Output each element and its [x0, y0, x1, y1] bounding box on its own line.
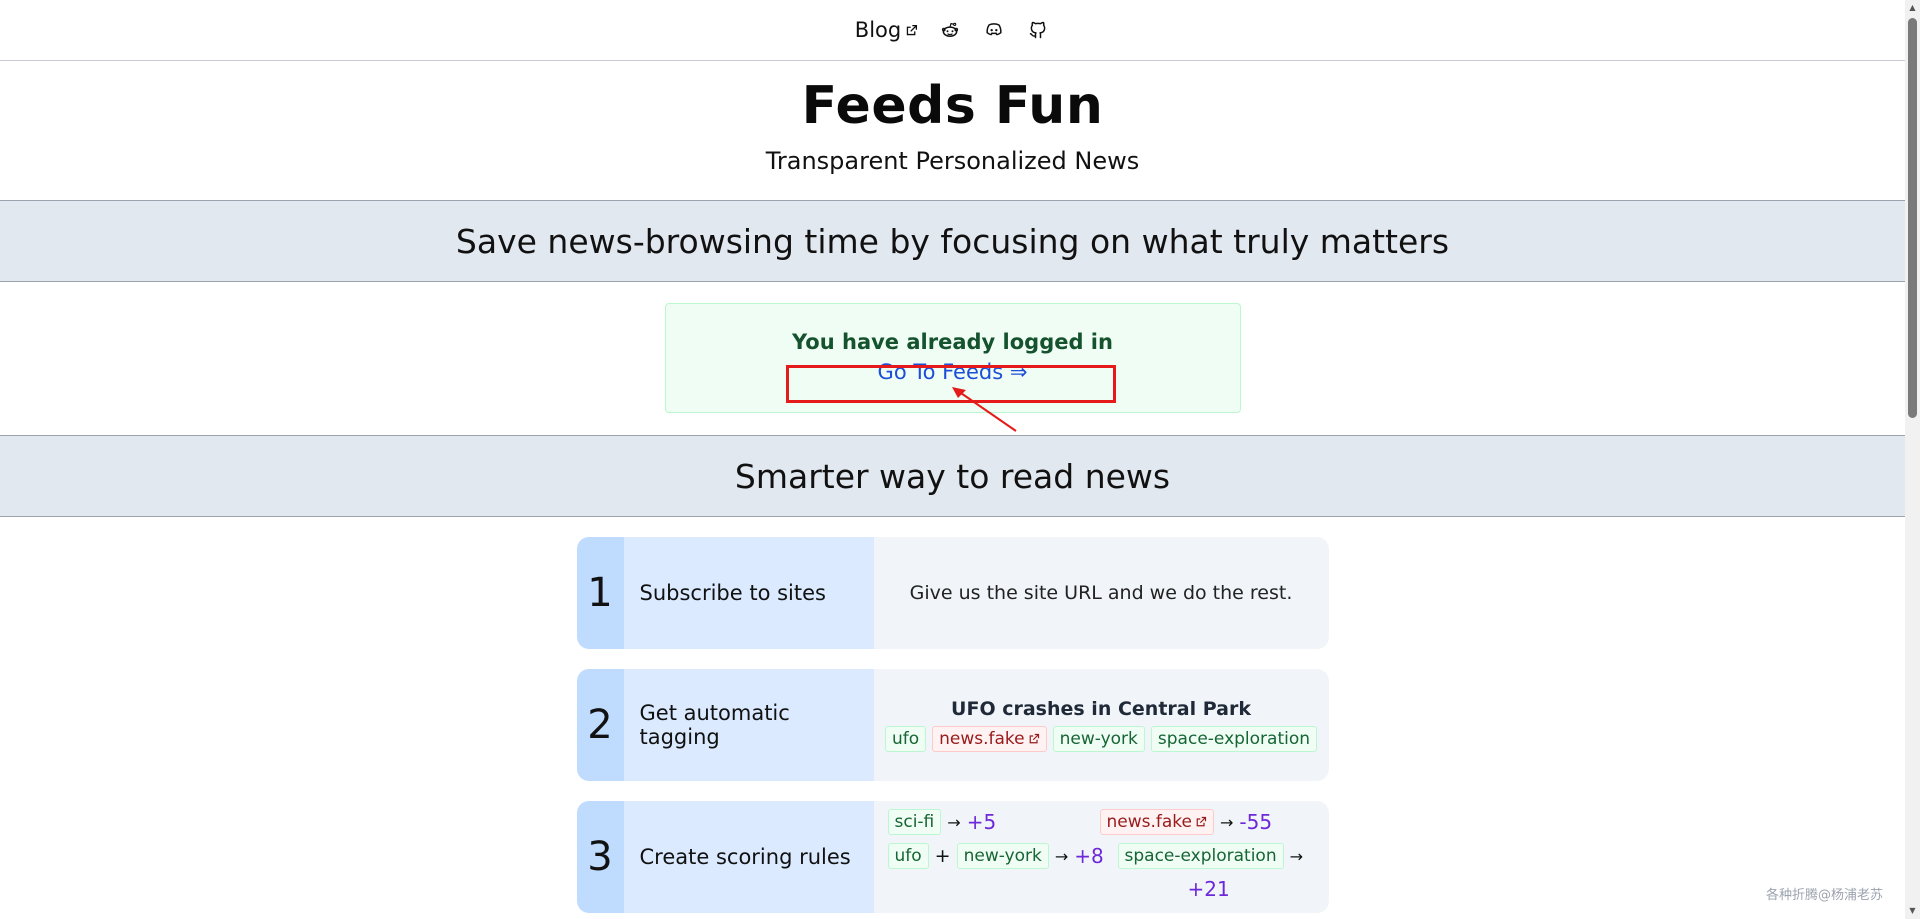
scroll-down-icon[interactable]: ▼ [1908, 906, 1917, 916]
tag-label: news.fake [939, 729, 1025, 749]
rule-row: ufo + new-york → +8 [887, 843, 1104, 869]
discord-icon[interactable] [982, 18, 1006, 42]
blog-link[interactable]: Blog [855, 18, 918, 42]
rule-tag[interactable]: news.fake [1099, 809, 1214, 835]
step-number: 2 [576, 669, 624, 781]
smarter-text: Smarter way to read news [734, 456, 1171, 496]
tag-news-fake[interactable]: news.fake [932, 726, 1047, 752]
rule-tag[interactable]: sci-fi [887, 809, 942, 835]
page-title: Feeds Fun [801, 76, 1104, 136]
page-header: Feeds Fun Transparent Personalized News [0, 61, 1905, 201]
tag-space-exploration[interactable]: space-exploration [1150, 726, 1318, 752]
github-icon[interactable] [1026, 18, 1050, 42]
external-link-icon [1196, 816, 1207, 827]
step-body: sci-fi → +5 news.fake → -55 ufo + new-yo… [873, 801, 1329, 913]
login-status-box: You have already logged in Go To Feeds ⇒ [664, 303, 1241, 413]
step-label: Get automatic tagging [623, 669, 874, 781]
step-body: UFO crashes in Central Park ufo news.fak… [873, 669, 1329, 781]
rule-tag[interactable]: ufo [887, 843, 929, 869]
tagline-band: Save news-browsing time by focusing on w… [0, 201, 1905, 282]
vertical-scrollbar[interactable]: ▲ ▼ [1905, 0, 1920, 919]
step-body: Give us the site URL and we do the rest. [873, 537, 1329, 649]
plus-icon: + [934, 845, 951, 867]
step-description: Give us the site URL and we do the rest. [909, 582, 1293, 604]
step-number: 1 [576, 537, 624, 649]
arrow-icon: → [1054, 846, 1069, 866]
scoring-rules: sci-fi → +5 news.fake → -55 ufo + new-yo… [874, 801, 1329, 913]
step-number: 3 [576, 801, 624, 913]
rule-score: -55 [1239, 810, 1273, 834]
rule-score: +8 [1074, 844, 1104, 868]
login-section: You have already logged in Go To Feeds ⇒ [0, 282, 1905, 435]
scroll-up-icon[interactable]: ▲ [1908, 3, 1917, 13]
external-link-icon [906, 24, 918, 35]
reddit-icon[interactable] [938, 18, 962, 42]
rule-score: +21 [1187, 877, 1230, 901]
news-title: UFO crashes in Central Park [951, 698, 1251, 720]
step-label: Create scoring rules [623, 801, 874, 913]
step-card: 1 Subscribe to sites Give us the site UR… [576, 537, 1329, 649]
rule-score: +5 [966, 810, 997, 834]
external-link-icon [1029, 733, 1039, 744]
scrollbar-thumb[interactable] [1908, 18, 1917, 418]
tag-label: news.fake [1106, 812, 1193, 832]
smarter-band: Smarter way to read news [0, 435, 1905, 517]
rule-row: +21 [1188, 877, 1230, 901]
arrow-icon: → [1220, 812, 1234, 832]
rule-row: space-exploration → [1117, 843, 1304, 869]
arrow-icon: → [1289, 846, 1304, 866]
go-to-feeds-link[interactable]: Go To Feeds ⇒ [878, 360, 1028, 384]
steps-list: 1 Subscribe to sites Give us the site UR… [0, 517, 1905, 913]
step-card: 3 Create scoring rules sci-fi → +5 news.… [576, 801, 1329, 913]
page-viewport: Blog Feeds Fun Transparent Personalized … [0, 0, 1905, 919]
login-message: You have already logged in [792, 330, 1113, 354]
page-subtitle: Transparent Personalized News [765, 147, 1140, 176]
watermark: 各种折腾@杨浦老苏 [1765, 888, 1883, 903]
rule-tag[interactable]: space-exploration [1117, 843, 1284, 869]
tag-ufo[interactable]: ufo [884, 726, 927, 752]
rule-row: sci-fi → +5 [887, 809, 997, 835]
step-card: 2 Get automatic tagging UFO crashes in C… [576, 669, 1329, 781]
rule-tag[interactable]: new-york [956, 843, 1049, 869]
tag-list: ufo news.fake new-york space-exploration [884, 726, 1318, 752]
rule-row: news.fake → -55 [1099, 809, 1273, 835]
blog-link-label: Blog [854, 18, 902, 42]
tag-new-york[interactable]: new-york [1052, 726, 1145, 752]
tagline-text: Save news-browsing time by focusing on w… [455, 221, 1450, 261]
top-nav: Blog [0, 0, 1905, 61]
step-label: Subscribe to sites [623, 537, 874, 649]
arrow-icon: → [947, 812, 961, 832]
